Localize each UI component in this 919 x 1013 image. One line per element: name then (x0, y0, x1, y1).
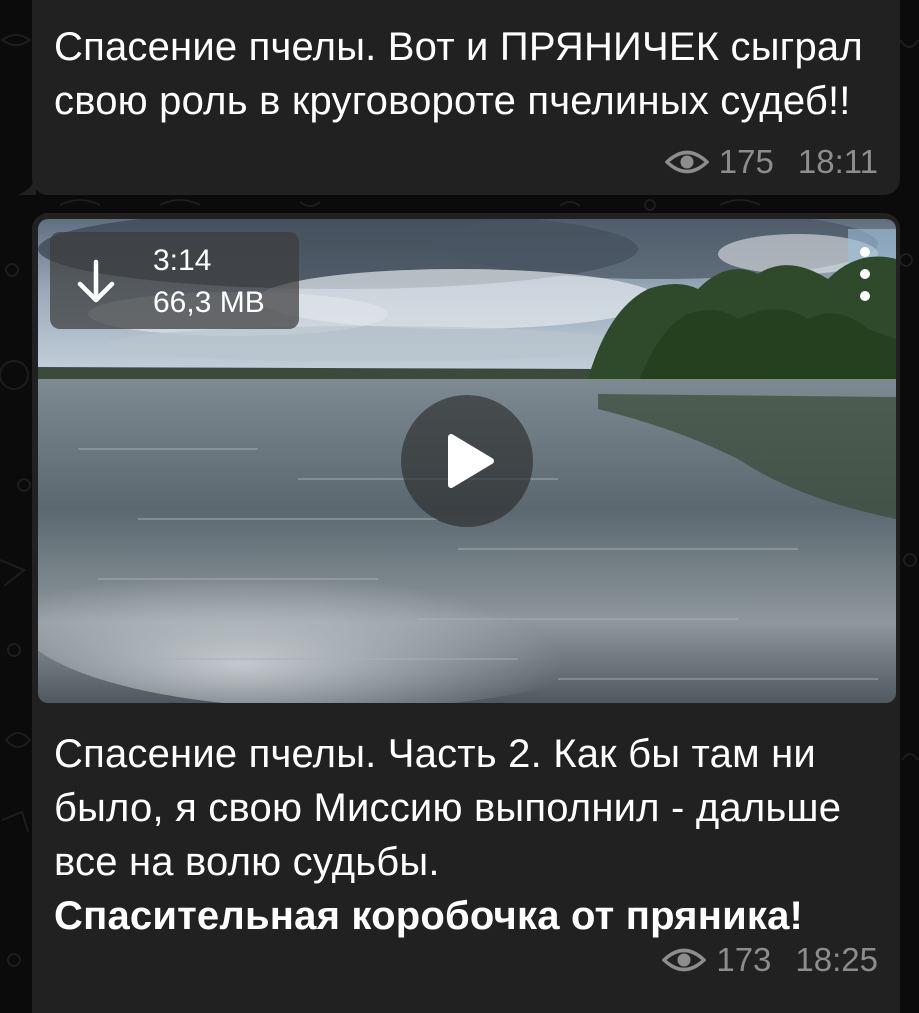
message-bold-caption: Спасительная коробочка от пряника! (54, 894, 804, 938)
view-count: 173 (716, 941, 772, 978)
download-arrow-icon (77, 259, 115, 303)
view-count: 175 (718, 143, 774, 180)
message-meta: 175 18:11 (664, 143, 878, 181)
message-text: Спасение пчелы. Вот и ПРЯНИЧЕК сыграл св… (54, 25, 863, 123)
video-duration: 3:14 (153, 244, 212, 277)
message-meta: 173 18:25 (662, 941, 878, 979)
message-time: 18:25 (795, 941, 878, 978)
more-vertical-icon[interactable] (858, 247, 872, 301)
play-icon (448, 434, 494, 488)
video-file-size: 66,3 MB (153, 286, 265, 319)
eye-icon (664, 150, 709, 174)
message-bubble[interactable]: 3:14 66,3 MB Спасение пчелы. Часть 2. Ка… (32, 213, 900, 1013)
message-text: Спасение пчелы. Часть 2. Как бы там ни б… (54, 727, 876, 943)
eye-icon (662, 948, 707, 972)
message-bubble[interactable]: Спасение пчелы. Вот и ПРЯНИЧЕК сыграл св… (18, 0, 900, 195)
video-thumbnail[interactable]: 3:14 66,3 MB (38, 219, 896, 703)
bubble-tail (18, 177, 36, 195)
download-badge[interactable]: 3:14 66,3 MB (50, 232, 299, 329)
play-button[interactable] (401, 395, 533, 527)
message-caption: Спасение пчелы. Часть 2. Как бы там ни б… (54, 732, 842, 884)
message-time: 18:11 (797, 143, 878, 180)
